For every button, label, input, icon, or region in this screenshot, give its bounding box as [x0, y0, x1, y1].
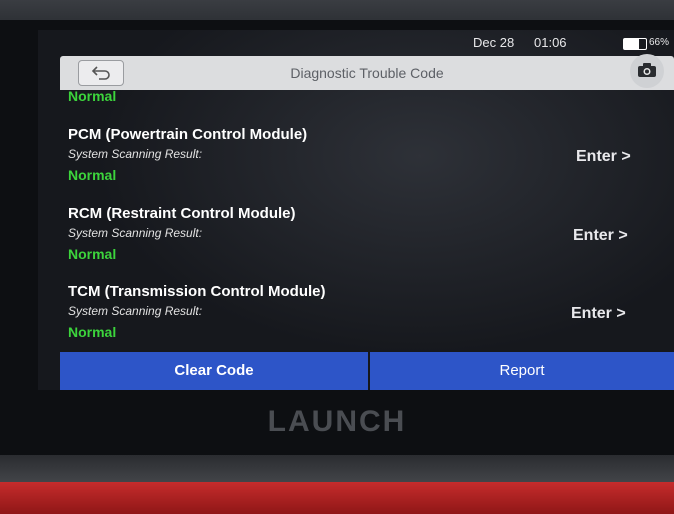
module-name: TCM (Transmission Control Module): [68, 283, 326, 300]
report-button[interactable]: Report: [370, 352, 674, 390]
status-date: Dec 28: [473, 35, 515, 50]
enter-button[interactable]: Enter >: [571, 305, 626, 323]
status-normal: Normal: [68, 167, 117, 183]
enter-button[interactable]: Enter >: [573, 227, 628, 245]
list-item: PCM (Powertrain Control Module) System S…: [38, 126, 674, 201]
list-item: RCM (Restraint Control Module) System Sc…: [38, 205, 674, 280]
battery-fill: [624, 39, 639, 49]
title-bar: Diagnostic Trouble Code: [60, 54, 674, 90]
status-normal: Normal: [68, 246, 117, 262]
screenshot-button[interactable]: [630, 54, 664, 88]
enter-button[interactable]: Enter >: [576, 148, 631, 166]
scan-result-label: System Scanning Result:: [68, 147, 203, 161]
bottom-action-bar: Clear Code Report: [60, 352, 674, 390]
scan-result-label: System Scanning Result:: [68, 226, 203, 240]
page-title: Diagnostic Trouble Code: [290, 65, 444, 81]
device-screen: Dec 28 01:06 66% Diagnostic Trouble Code…: [38, 30, 674, 390]
scan-result-label: System Scanning Result:: [68, 304, 203, 318]
status-bar: Dec 28 01:06 66%: [38, 30, 674, 54]
camera-icon: [638, 63, 656, 77]
device-bottom-edge: [0, 455, 674, 485]
status-time: 01:06: [534, 35, 567, 50]
list-item: TCM (Transmission Control Module) System…: [38, 283, 674, 358]
battery-icon: [623, 38, 647, 50]
clear-code-button[interactable]: Clear Code: [60, 352, 368, 390]
status-normal: Normal: [68, 324, 117, 340]
module-name: PCM (Powertrain Control Module): [68, 126, 308, 143]
launch-logo: LAUNCH: [267, 405, 407, 438]
status-normal: Normal: [68, 88, 117, 104]
module-name: RCM (Restraint Control Module): [68, 205, 296, 222]
red-case: [0, 482, 674, 514]
battery-percent: 66%: [649, 37, 670, 48]
